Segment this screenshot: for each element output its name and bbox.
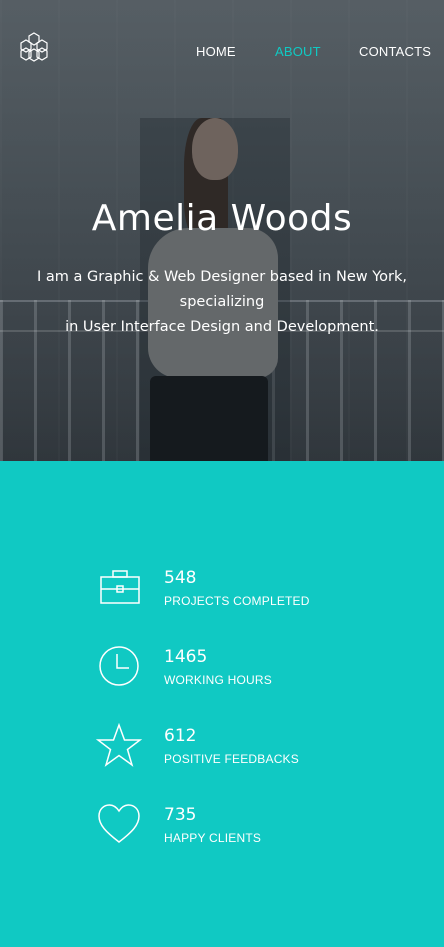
stat-value: 735 <box>164 805 197 825</box>
stats-section: 548 PROJECTS COMPLETED 1465 WORKING HOUR… <box>0 461 444 947</box>
stat-feedbacks: 612 POSITIVE FEEDBACKS <box>95 722 396 773</box>
stat-value: 548 <box>164 568 197 588</box>
hero-section: HOME ABOUT CONTACTS Amelia Woods I am a … <box>0 0 444 461</box>
star-icon <box>95 722 144 771</box>
stat-label: HAPPY CLIENTS <box>164 831 262 845</box>
stat-hours: 1465 WORKING HOURS <box>96 644 396 694</box>
nav-home[interactable]: HOME <box>196 44 236 59</box>
stat-value: 612 <box>164 726 197 746</box>
hero-tagline-line3: in User Interface Design and Development… <box>65 319 379 335</box>
stat-label: WORKING HOURS <box>164 673 272 687</box>
heart-icon <box>96 802 144 850</box>
hero-name: Amelia Woods <box>91 198 353 239</box>
stat-clients: 735 HAPPY CLIENTS <box>96 802 396 852</box>
hero-tagline: I am a Graphic & Web Designer based in N… <box>10 265 434 340</box>
clock-icon <box>96 644 144 692</box>
stat-label: PROJECTS COMPLETED <box>164 594 310 608</box>
stat-projects: 548 PROJECTS COMPLETED <box>96 565 396 615</box>
briefcase-icon <box>96 565 144 613</box>
stat-label: POSITIVE FEEDBACKS <box>164 752 299 766</box>
hero-tagline-line1: I am a Graphic & Web Designer based in N… <box>37 269 407 285</box>
nav-contacts[interactable]: CONTACTS <box>359 44 431 59</box>
stat-value: 1465 <box>164 647 208 667</box>
hero-tagline-line2: specializing <box>179 294 265 310</box>
nav-about[interactable]: ABOUT <box>275 44 321 59</box>
main-nav: HOME ABOUT CONTACTS <box>0 44 444 60</box>
